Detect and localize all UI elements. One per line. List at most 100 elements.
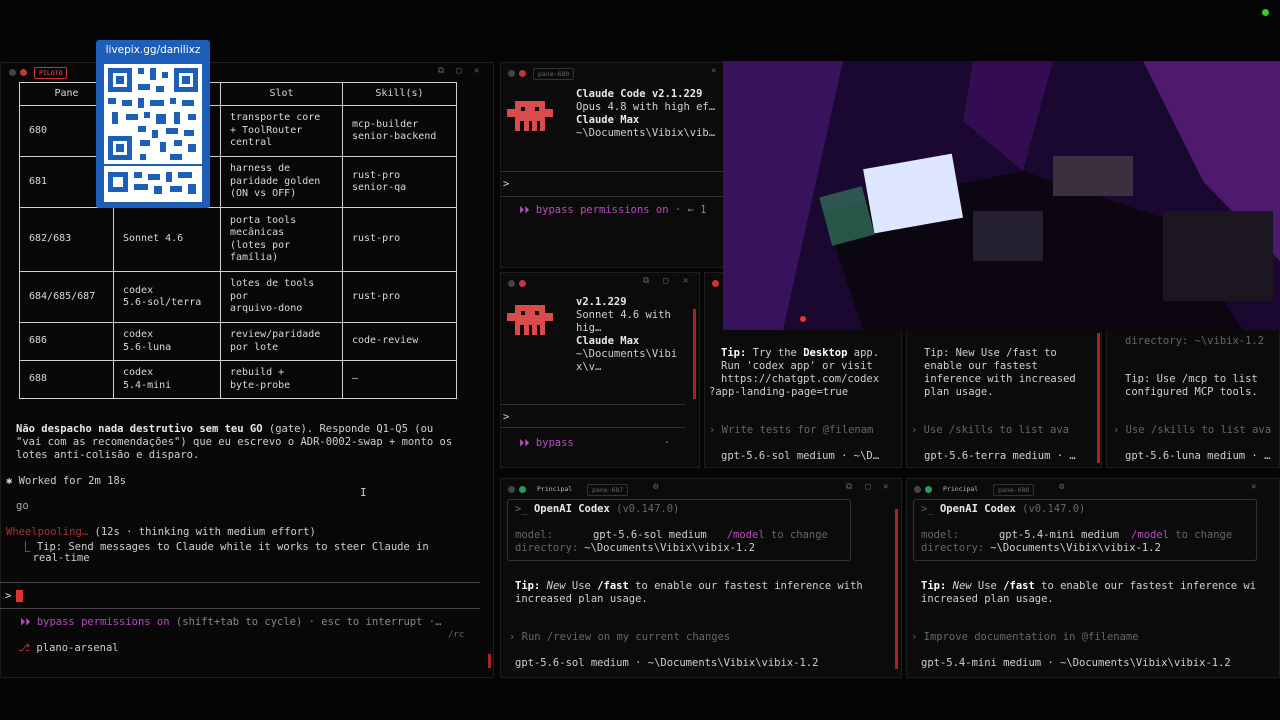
- gate-note-line3: lotes anti-colisão e disparo.: [16, 449, 200, 461]
- directory-value: ~\Documents\Vibix\vibix-1.2: [584, 542, 755, 554]
- codex-pane-right[interactable]: Principal pane-688 ⚙ ✕ >_ OpenAI Codex (…: [906, 478, 1280, 678]
- pane-tab[interactable]: Principal: [533, 484, 576, 494]
- prompt-suggestion[interactable]: › Use /skills to list ava: [1113, 424, 1271, 436]
- claude-dir: ~\Documents\Vibi: [576, 348, 678, 360]
- main-scrollbar[interactable]: [488, 654, 491, 668]
- tip-command: /fast: [597, 580, 629, 592]
- pane-scrollbar[interactable]: [1097, 333, 1100, 463]
- table-cell: 686: [19, 322, 114, 361]
- status-rest: (12s · thinking with medium effort): [88, 526, 316, 538]
- status-footer: gpt-5.6-terra medium · …: [924, 450, 1076, 462]
- model-row: model: gpt-5.4-mini medium/model to chang…: [921, 529, 1232, 541]
- claude-version: v2.1.229: [576, 296, 627, 308]
- minimize-icon[interactable]: ⧉: [438, 66, 444, 76]
- codex-title-row: >_ OpenAI Codex (v0.147.0): [921, 503, 1085, 515]
- tip-use: Use: [971, 580, 1004, 592]
- table-row: 680 transporte core + ToolRouter central…: [19, 105, 457, 157]
- prompt-symbol[interactable]: >: [503, 411, 509, 423]
- pane-tag: pane-680: [533, 68, 575, 80]
- table-cell: rebuild + byte-probe: [220, 360, 343, 399]
- minimize-icon[interactable]: ⧉: [846, 482, 852, 492]
- prompt-suggestion[interactable]: › Use /skills to list ava: [911, 424, 1069, 436]
- model-hint: to change: [764, 529, 828, 541]
- close-icon[interactable]: [519, 70, 526, 77]
- close-pane-icon[interactable]: ✕: [1251, 482, 1256, 492]
- bypass-label: ⏵⏵ bypass permissions on: [20, 616, 170, 628]
- tip-line2: increased plan usage.: [515, 593, 648, 605]
- table-cell: rust-pro: [342, 207, 457, 272]
- prompt-suggestion[interactable]: › Write tests for @filenam: [709, 424, 873, 436]
- prompt-symbol: >: [5, 590, 12, 602]
- prompt-suggestion[interactable]: › Improve documentation in @filename: [911, 631, 1139, 643]
- prompt-suggestion[interactable]: › Run /review on my current changes: [509, 631, 730, 643]
- status-word: Wheelpooling…: [6, 526, 89, 538]
- codex-title-row: >_ OpenAI Codex (v0.147.0): [515, 503, 679, 515]
- maximize-icon[interactable]: ▢: [865, 482, 870, 492]
- prompt-symbol[interactable]: >: [503, 178, 509, 190]
- pane-scrollbar[interactable]: [693, 309, 696, 399]
- user-message: go: [16, 500, 29, 512]
- directory-value: ~\Documents\Vibix\vibix-1.2: [990, 542, 1161, 554]
- table-cell: codex 5.4-mini: [113, 360, 221, 399]
- worked-duration: ✱ Worked for 2m 18s: [6, 475, 127, 487]
- table-cell: Sonnet 4.6: [113, 207, 221, 272]
- table-row: 686 codex 5.6-luna review/paridade por l…: [19, 322, 457, 361]
- table-cell: rust-pro: [342, 271, 457, 323]
- pane-tab[interactable]: Principal: [939, 484, 982, 494]
- tip-line1: Tip: New Use /fast to enable our fastest…: [515, 580, 863, 592]
- tip-use: Use: [565, 580, 598, 592]
- tip-line3: inference with increased: [924, 373, 1076, 385]
- donation-qr-card[interactable]: livepix.gg/danilixz: [96, 40, 210, 208]
- maximize-icon[interactable]: ▢: [456, 66, 461, 76]
- branch-icon: ⎇: [18, 642, 37, 654]
- minimize-icon[interactable]: ⧉: [643, 276, 649, 286]
- prompt-glyph: >_: [921, 503, 940, 515]
- table-cell: code-review: [342, 322, 457, 361]
- close-pane-icon[interactable]: ✕: [474, 66, 479, 76]
- claude-model: Sonnet 4.6 with: [576, 309, 671, 321]
- tip-text: to enable our fastest inference with: [628, 580, 863, 592]
- table-row: 682/683 Sonnet 4.6 porta tools mecânicas…: [19, 207, 457, 272]
- bypass-permissions-status[interactable]: ⏵⏵ bypass permissions on · ← 1: [519, 204, 707, 217]
- table-cell: rust-pro senior-qa: [342, 156, 457, 208]
- model-label: model:: [921, 529, 959, 541]
- prompt-input[interactable]: [16, 590, 23, 602]
- close-pane-icon[interactable]: ✕: [883, 482, 888, 492]
- bypass-rest: ·: [663, 437, 671, 449]
- table-cell: 684/685/687: [19, 271, 114, 323]
- close-pane-icon[interactable]: ✕: [711, 66, 716, 76]
- pane-scrollbar[interactable]: [895, 509, 898, 669]
- model-hint: to change: [1168, 529, 1233, 541]
- close-pane-icon[interactable]: ✕: [683, 276, 688, 286]
- directory-row: directory: ~\Documents\Vibix\vibix-1.2: [515, 542, 755, 554]
- close-icon[interactable]: [712, 280, 719, 287]
- tip-command: /fast: [1003, 580, 1035, 592]
- tip-line2: real-time: [20, 552, 90, 564]
- webcam-overlay: [723, 61, 1280, 330]
- claude-pane-top[interactable]: pane-680 ✕ Claude Code v2.1.229 Opus 4.8…: [500, 62, 724, 268]
- claude-mascot-icon: [507, 101, 553, 131]
- table-cell: transporte core + ToolRouter central: [220, 105, 343, 157]
- claude-plan: Claude Max: [576, 114, 640, 126]
- tip-line2: increased plan usage.: [921, 593, 1054, 605]
- codex-pane-left[interactable]: Principal pane-687 ⚙ ⧉ ▢ ✕ >_ OpenAI Cod…: [500, 478, 902, 678]
- table-row: 688 codex 5.4-mini rebuild + byte-probe …: [19, 360, 457, 399]
- claude-pane-mid[interactable]: ⧉ ▢ ✕ v2.1.229 Sonnet 4.6 with hig… Clau…: [500, 272, 700, 468]
- settings-icon[interactable]: ⚙: [1059, 482, 1064, 492]
- bypass-permissions-status[interactable]: ⏵⏵ bypass ·: [519, 437, 670, 450]
- claude-mascot-icon: [507, 305, 553, 335]
- table-cell: —: [342, 360, 457, 399]
- tip-line1: Tip: Use /mcp to list: [1125, 373, 1258, 385]
- close-icon[interactable]: [20, 69, 27, 76]
- table-row: 681 harness de paridade golden (ON vs OF…: [19, 156, 457, 208]
- settings-icon[interactable]: ⚙: [653, 482, 658, 492]
- status-footer: gpt-5.6-sol medium · ~\Documents\Vibix\v…: [515, 657, 819, 669]
- close-icon[interactable]: [519, 280, 526, 287]
- table-cell: 682/683: [19, 207, 114, 272]
- thinking-status: Wheelpooling… (12s · thinking with mediu…: [6, 526, 316, 538]
- status-dot-icon: [519, 486, 526, 493]
- maximize-icon[interactable]: ▢: [663, 276, 668, 286]
- bypass-permissions-status[interactable]: ⏵⏵ bypass permissions on (shift+tab to c…: [20, 616, 441, 629]
- claude-dir-cont: x\v…: [576, 361, 602, 373]
- status-footer: gpt-5.6-sol medium · ~\D…: [721, 450, 880, 462]
